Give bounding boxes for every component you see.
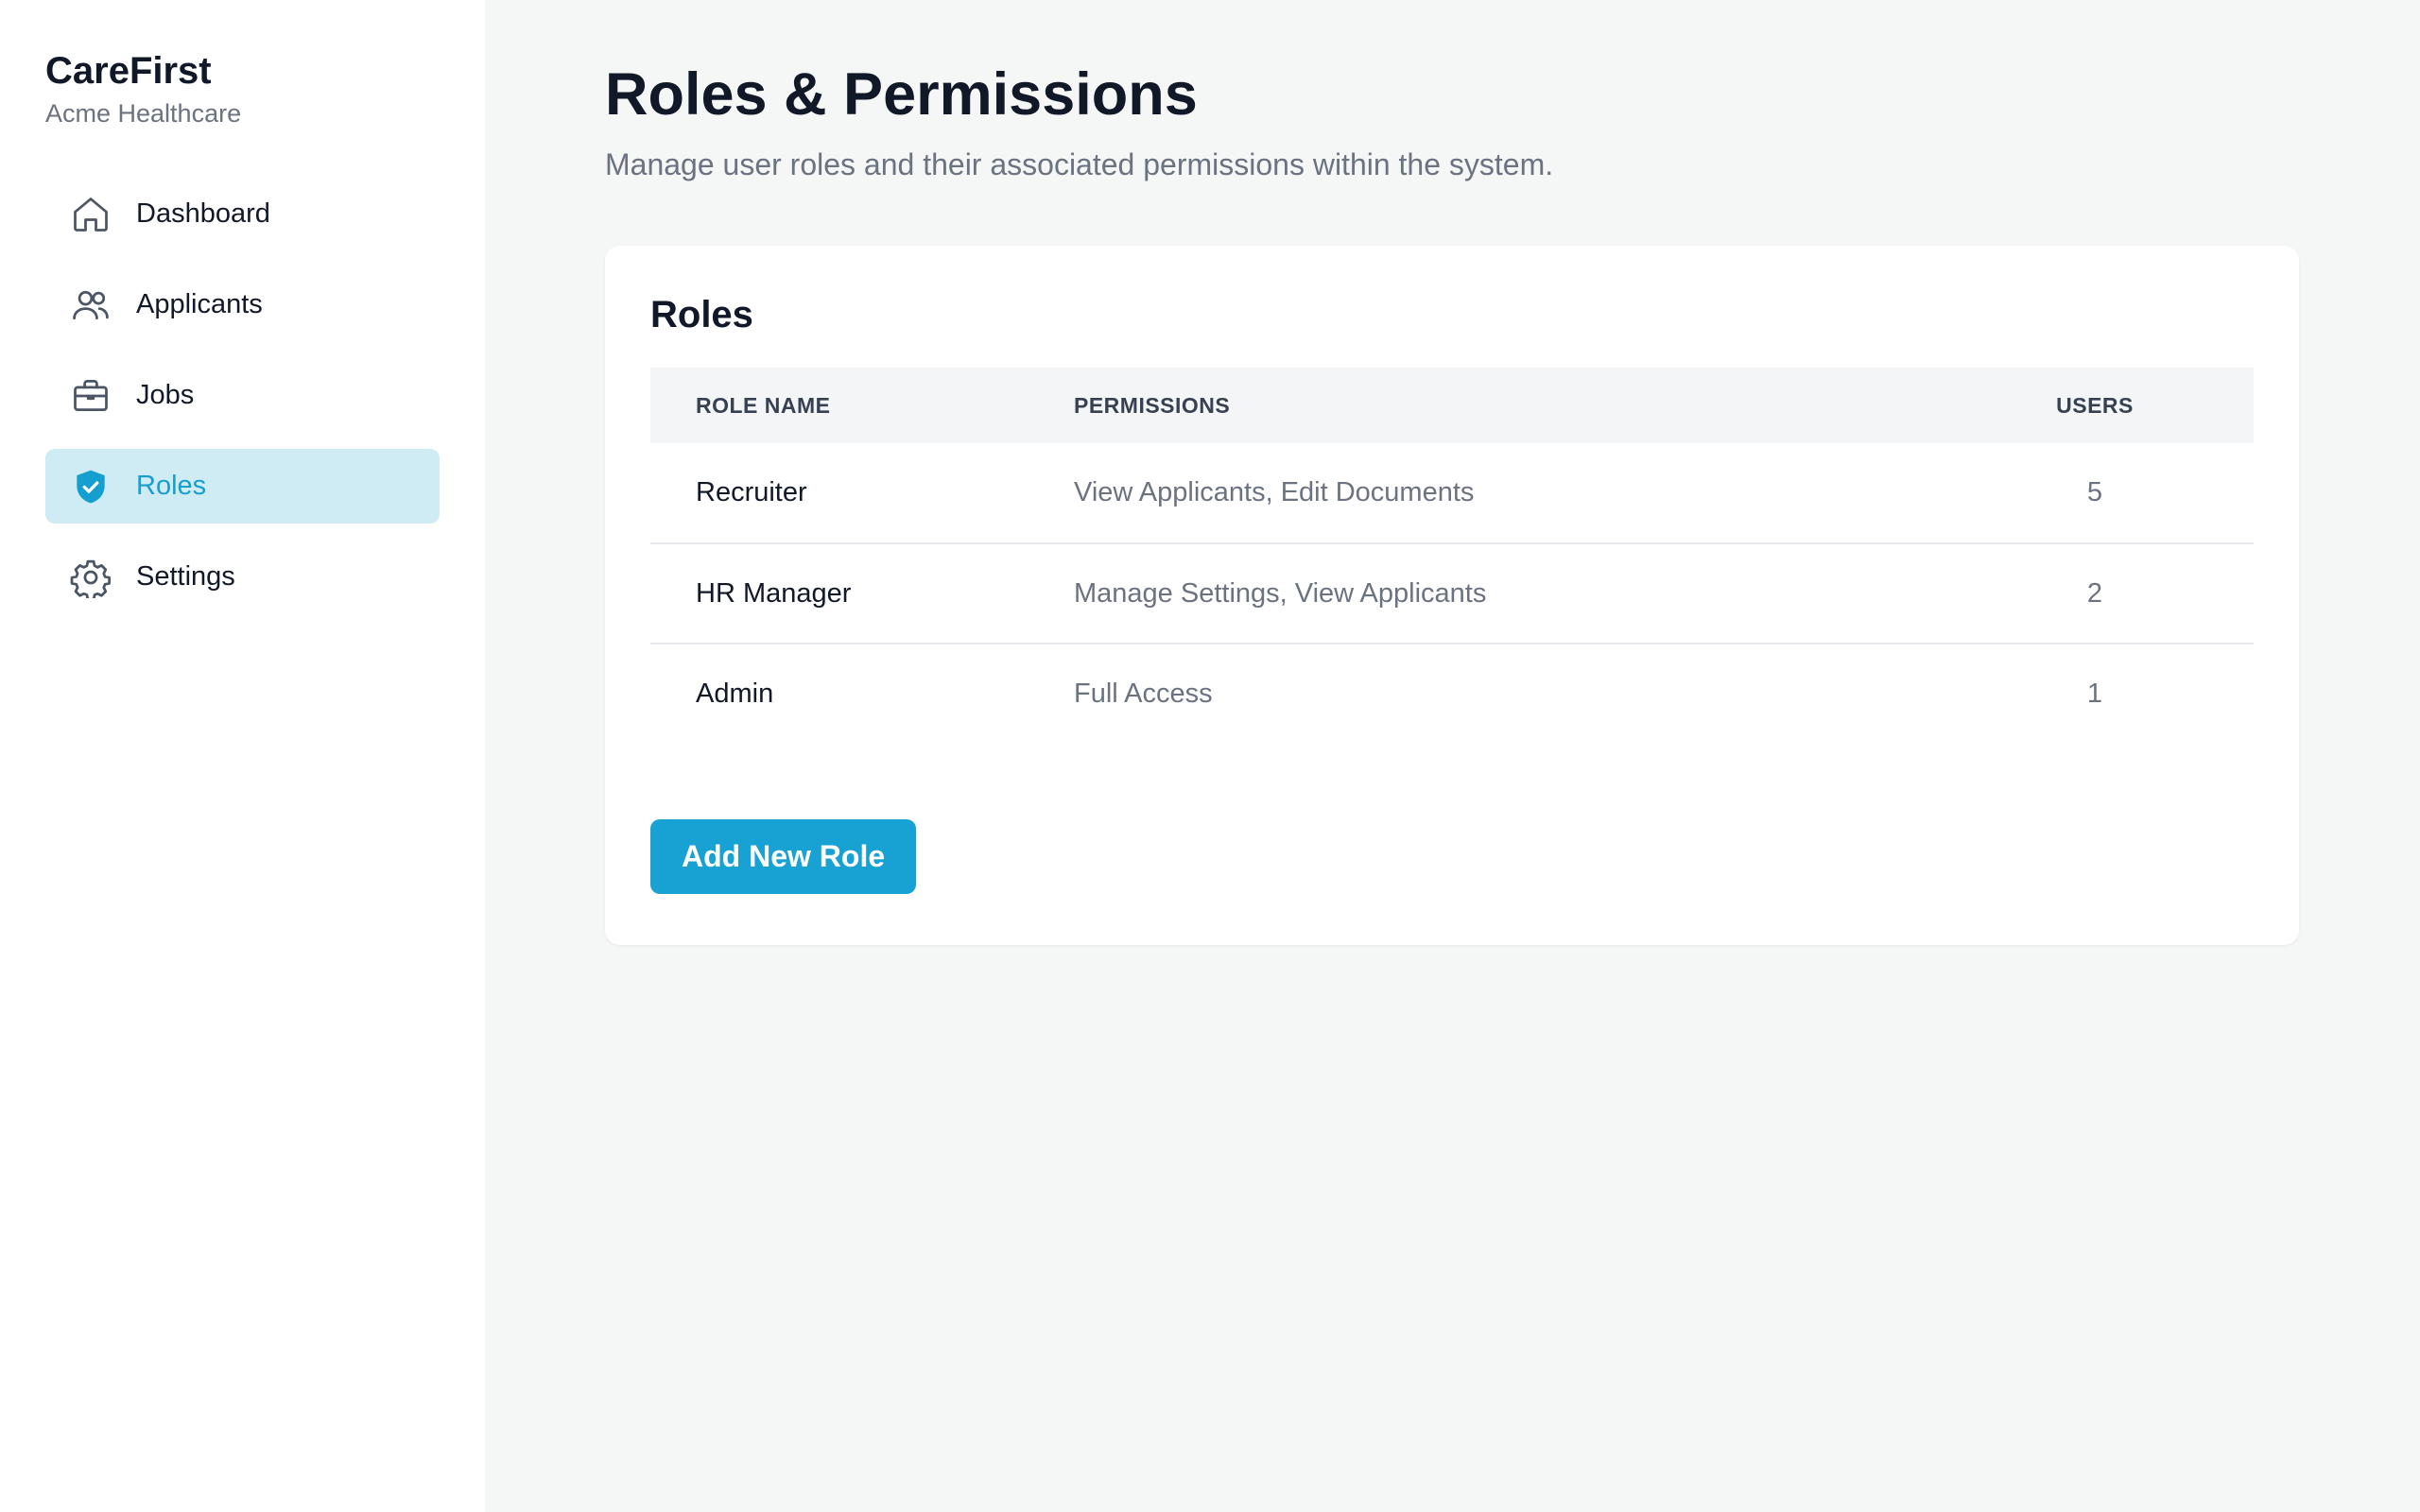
main-content: Roles & Permissions Manage user roles an… — [485, 0, 2420, 1512]
sidebar-item-label: Applicants — [136, 289, 263, 319]
app-root: CareFirst Acme Healthcare Dashboard Appl… — [0, 0, 2420, 1512]
roles-card: Roles ROLE NAME PERMISSIONS USERS Recrui… — [605, 246, 2299, 945]
sidebar-item-applicants[interactable]: Applicants — [45, 267, 440, 342]
sidebar-item-jobs[interactable]: Jobs — [45, 358, 440, 433]
role-name-cell: Admin — [696, 679, 774, 709]
users-count-cell: 5 — [2086, 477, 2103, 507]
permissions-cell: Full Access — [1074, 679, 1213, 709]
shield-check-icon — [68, 464, 113, 509]
home-icon — [68, 192, 113, 237]
role-name-cell: Recruiter — [696, 477, 807, 507]
add-new-role-button[interactable]: Add New Role — [650, 819, 917, 894]
table-row[interactable]: Admin Full Access 1 — [650, 644, 2254, 744]
page-subtitle: Manage user roles and their associated p… — [605, 147, 1554, 181]
role-name-cell: HR Manager — [696, 577, 852, 609]
sidebar-item-roles[interactable]: Roles — [45, 449, 440, 524]
page-title: Roles & Permissions — [605, 61, 1198, 128]
column-header-permissions: PERMISSIONS — [1074, 392, 1231, 418]
sidebar-item-label: Settings — [136, 561, 235, 592]
roles-table-header: ROLE NAME PERMISSIONS USERS — [650, 368, 2254, 443]
table-header-row: ROLE NAME PERMISSIONS USERS — [650, 368, 2254, 443]
roles-table-body: Recruiter View Applicants, Edit Document… — [650, 443, 2254, 744]
briefcase-icon — [68, 373, 113, 419]
sidebar-item-label: Roles — [136, 471, 207, 501]
sidebar-item-label: Jobs — [136, 380, 195, 410]
users-count-cell: 1 — [2086, 679, 2103, 709]
roles-table: ROLE NAME PERMISSIONS USERS Recruiter Vi… — [650, 368, 2254, 744]
sidebar-item-label: Dashboard — [136, 198, 270, 229]
brand-name: CareFirst — [45, 50, 212, 92]
permissions-cell: View Applicants, Edit Documents — [1074, 477, 1475, 507]
gear-icon — [68, 555, 113, 600]
sidebar-item-dashboard[interactable]: Dashboard — [45, 177, 440, 251]
sidebar-nav: Dashboard Applicants Jobs Roles Settings — [45, 177, 440, 614]
brand-organization: Acme Healthcare — [45, 99, 242, 128]
users-count-cell: 2 — [2086, 577, 2103, 609]
column-header-users: USERS — [2056, 392, 2134, 418]
sidebar: CareFirst Acme Healthcare Dashboard Appl… — [0, 0, 485, 1512]
table-row[interactable]: Recruiter View Applicants, Edit Document… — [650, 443, 2254, 543]
sidebar-item-settings[interactable]: Settings — [45, 540, 440, 614]
permissions-cell: Manage Settings, View Applicants — [1074, 577, 1487, 609]
column-header-role-name: ROLE NAME — [696, 392, 831, 418]
table-row[interactable]: HR Manager Manage Settings, View Applica… — [650, 543, 2254, 644]
roles-card-title: Roles — [650, 294, 753, 335]
users-icon — [68, 283, 113, 328]
